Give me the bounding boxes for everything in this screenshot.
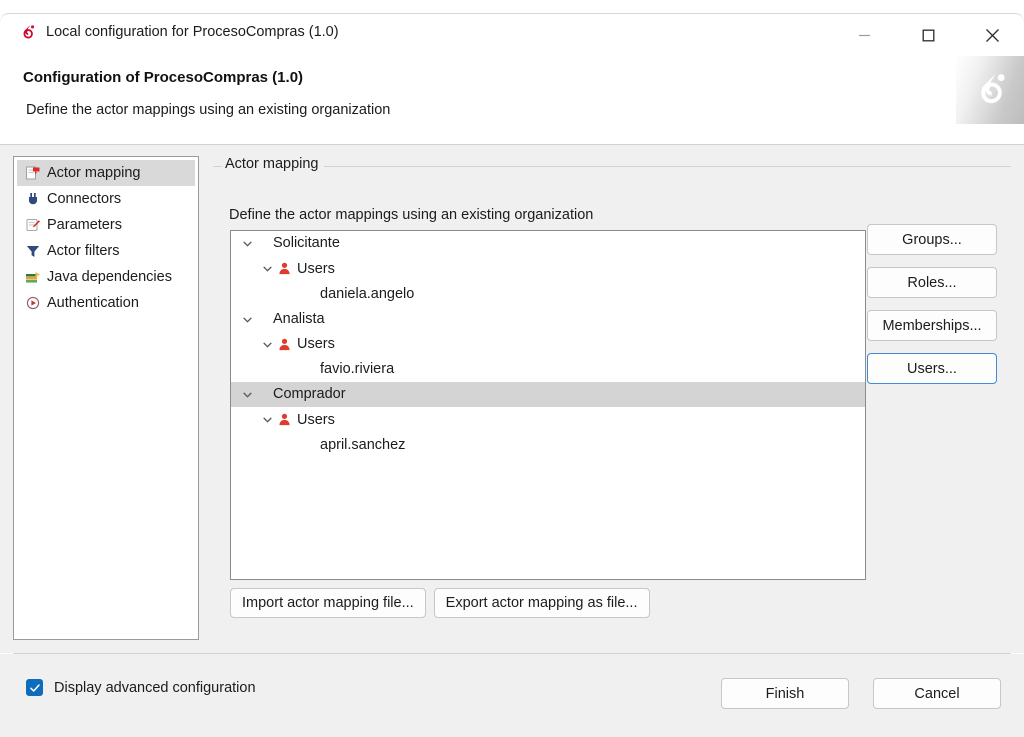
- users-button[interactable]: Users...: [867, 353, 997, 384]
- tree-row[interactable]: daniela.angelo: [231, 281, 865, 306]
- sidebar-item-label: Authentication: [47, 294, 139, 311]
- tree-row[interactable]: april.sanchez: [231, 433, 865, 458]
- sidebar-item-label: Connectors: [47, 190, 122, 207]
- chevron-down-icon[interactable]: [261, 338, 274, 351]
- chevron-down-icon[interactable]: [241, 388, 254, 401]
- java-books-icon: [26, 272, 40, 283]
- sidebar-item-label: Java dependencies: [47, 268, 172, 285]
- import-actor-mapping-button[interactable]: Import actor mapping file...: [230, 588, 426, 618]
- actor-mapping-group: Actor mapping Define the actor mappings …: [213, 156, 1011, 640]
- cancel-button[interactable]: Cancel: [873, 678, 1001, 709]
- checkmark-icon: [29, 683, 40, 692]
- dialog-body: Actor mapping Connectors Parameters Acto…: [0, 145, 1024, 653]
- group-legend: Actor mapping: [222, 156, 324, 172]
- roles-button[interactable]: Roles...: [867, 267, 997, 298]
- chevron-down-icon[interactable]: [261, 413, 274, 426]
- maximize-icon: [922, 29, 934, 42]
- sidebar-item-java-dependencies[interactable]: Java dependencies: [17, 264, 195, 290]
- tree-row[interactable]: Users: [231, 407, 865, 432]
- actor-mapping-tree[interactable]: Solicitante Users daniela.angelo Analist…: [230, 230, 866, 580]
- tree-row[interactable]: Users: [231, 256, 865, 281]
- minimize-button[interactable]: [832, 14, 896, 57]
- sidebar-item-connectors[interactable]: Connectors: [17, 186, 195, 212]
- chevron-down-icon[interactable]: [241, 237, 254, 250]
- actor-mapping-icon: [26, 166, 40, 180]
- dialog-footer: Display advanced configuration Finish Ca…: [0, 654, 1024, 737]
- tree-row-label: Users: [297, 411, 335, 428]
- maximize-button[interactable]: [896, 14, 960, 57]
- tree-row-label: Solicitante: [273, 235, 340, 252]
- group-border-line: [213, 166, 1011, 167]
- chevron-down-icon[interactable]: [241, 313, 254, 326]
- bonita-logo-icon: [23, 25, 35, 39]
- group-description: Define the actor mappings using an exist…: [229, 207, 594, 223]
- close-icon: [985, 29, 999, 42]
- memberships-button[interactable]: Memberships...: [867, 310, 997, 341]
- groups-button[interactable]: Groups...: [867, 224, 997, 255]
- organization-buttons: Groups... Roles... Memberships... Users.…: [867, 224, 997, 396]
- connector-plug-icon: [29, 193, 37, 205]
- sidebar-item-label: Actor filters: [47, 242, 120, 259]
- sidebar-item-actor-mapping[interactable]: Actor mapping: [17, 160, 195, 186]
- import-export-buttons: Import actor mapping file... Export acto…: [230, 588, 650, 618]
- title-bar: Local configuration for ProcesoCompras (…: [0, 13, 1024, 56]
- tree-row-label: daniela.angelo: [320, 285, 415, 302]
- sidebar-item-authentication[interactable]: Authentication: [17, 290, 195, 316]
- tree-row[interactable]: Solicitante: [231, 231, 865, 256]
- minimize-icon: [858, 34, 870, 37]
- tree-row-label: Comprador: [273, 386, 346, 403]
- bonita-logo-watermark: [956, 56, 1024, 124]
- title-bar-left: Local configuration for ProcesoCompras (…: [18, 23, 339, 42]
- checkbox-label: Display advanced configuration: [54, 679, 256, 696]
- tree-row-selected[interactable]: Comprador: [231, 382, 865, 408]
- chevron-down-icon[interactable]: [261, 262, 274, 275]
- user-icon: [279, 414, 290, 426]
- tree-row-label: Analista: [273, 310, 325, 327]
- tree-row-label: favio.riviera: [320, 361, 395, 378]
- finish-button[interactable]: Finish: [721, 678, 849, 709]
- sidebar-item-label: Parameters: [47, 216, 122, 233]
- tree-row-label: april.sanchez: [320, 436, 406, 453]
- page-description: Define the actor mappings using an exist…: [26, 102, 391, 118]
- configuration-sidebar: Actor mapping Connectors Parameters Acto…: [13, 156, 199, 640]
- dialog-window: Local configuration for ProcesoCompras (…: [0, 0, 1024, 737]
- tree-row-label: Users: [297, 260, 335, 277]
- bonita-watermark-icon: [981, 73, 1005, 104]
- sidebar-item-parameters[interactable]: Parameters: [17, 212, 195, 238]
- sidebar-item-label: Actor mapping: [47, 164, 141, 181]
- tree-row[interactable]: favio.riviera: [231, 357, 865, 382]
- tree-row[interactable]: Users: [231, 332, 865, 357]
- close-button[interactable]: [960, 14, 1024, 57]
- export-actor-mapping-button[interactable]: Export actor mapping as file...: [433, 588, 650, 618]
- dialog-action-buttons: Finish Cancel: [721, 678, 1001, 709]
- window-title: Local configuration for ProcesoCompras (…: [46, 24, 339, 41]
- tree-row[interactable]: Analista: [231, 307, 865, 332]
- user-icon: [279, 262, 290, 275]
- window-controls: [832, 14, 1024, 57]
- filter-funnel-icon: [26, 246, 40, 257]
- sidebar-item-actor-filters[interactable]: Actor filters: [17, 238, 195, 264]
- user-icon: [279, 338, 290, 350]
- dialog-header: Configuration of ProcesoCompras (1.0) De…: [0, 56, 1024, 145]
- display-advanced-configuration-checkbox[interactable]: Display advanced configuration: [26, 679, 256, 696]
- page-title: Configuration of ProcesoCompras (1.0): [23, 69, 304, 86]
- authentication-icon: [26, 296, 40, 310]
- checkbox-box[interactable]: [26, 679, 43, 696]
- parameters-icon: [26, 219, 40, 231]
- tree-row-label: Users: [297, 336, 335, 353]
